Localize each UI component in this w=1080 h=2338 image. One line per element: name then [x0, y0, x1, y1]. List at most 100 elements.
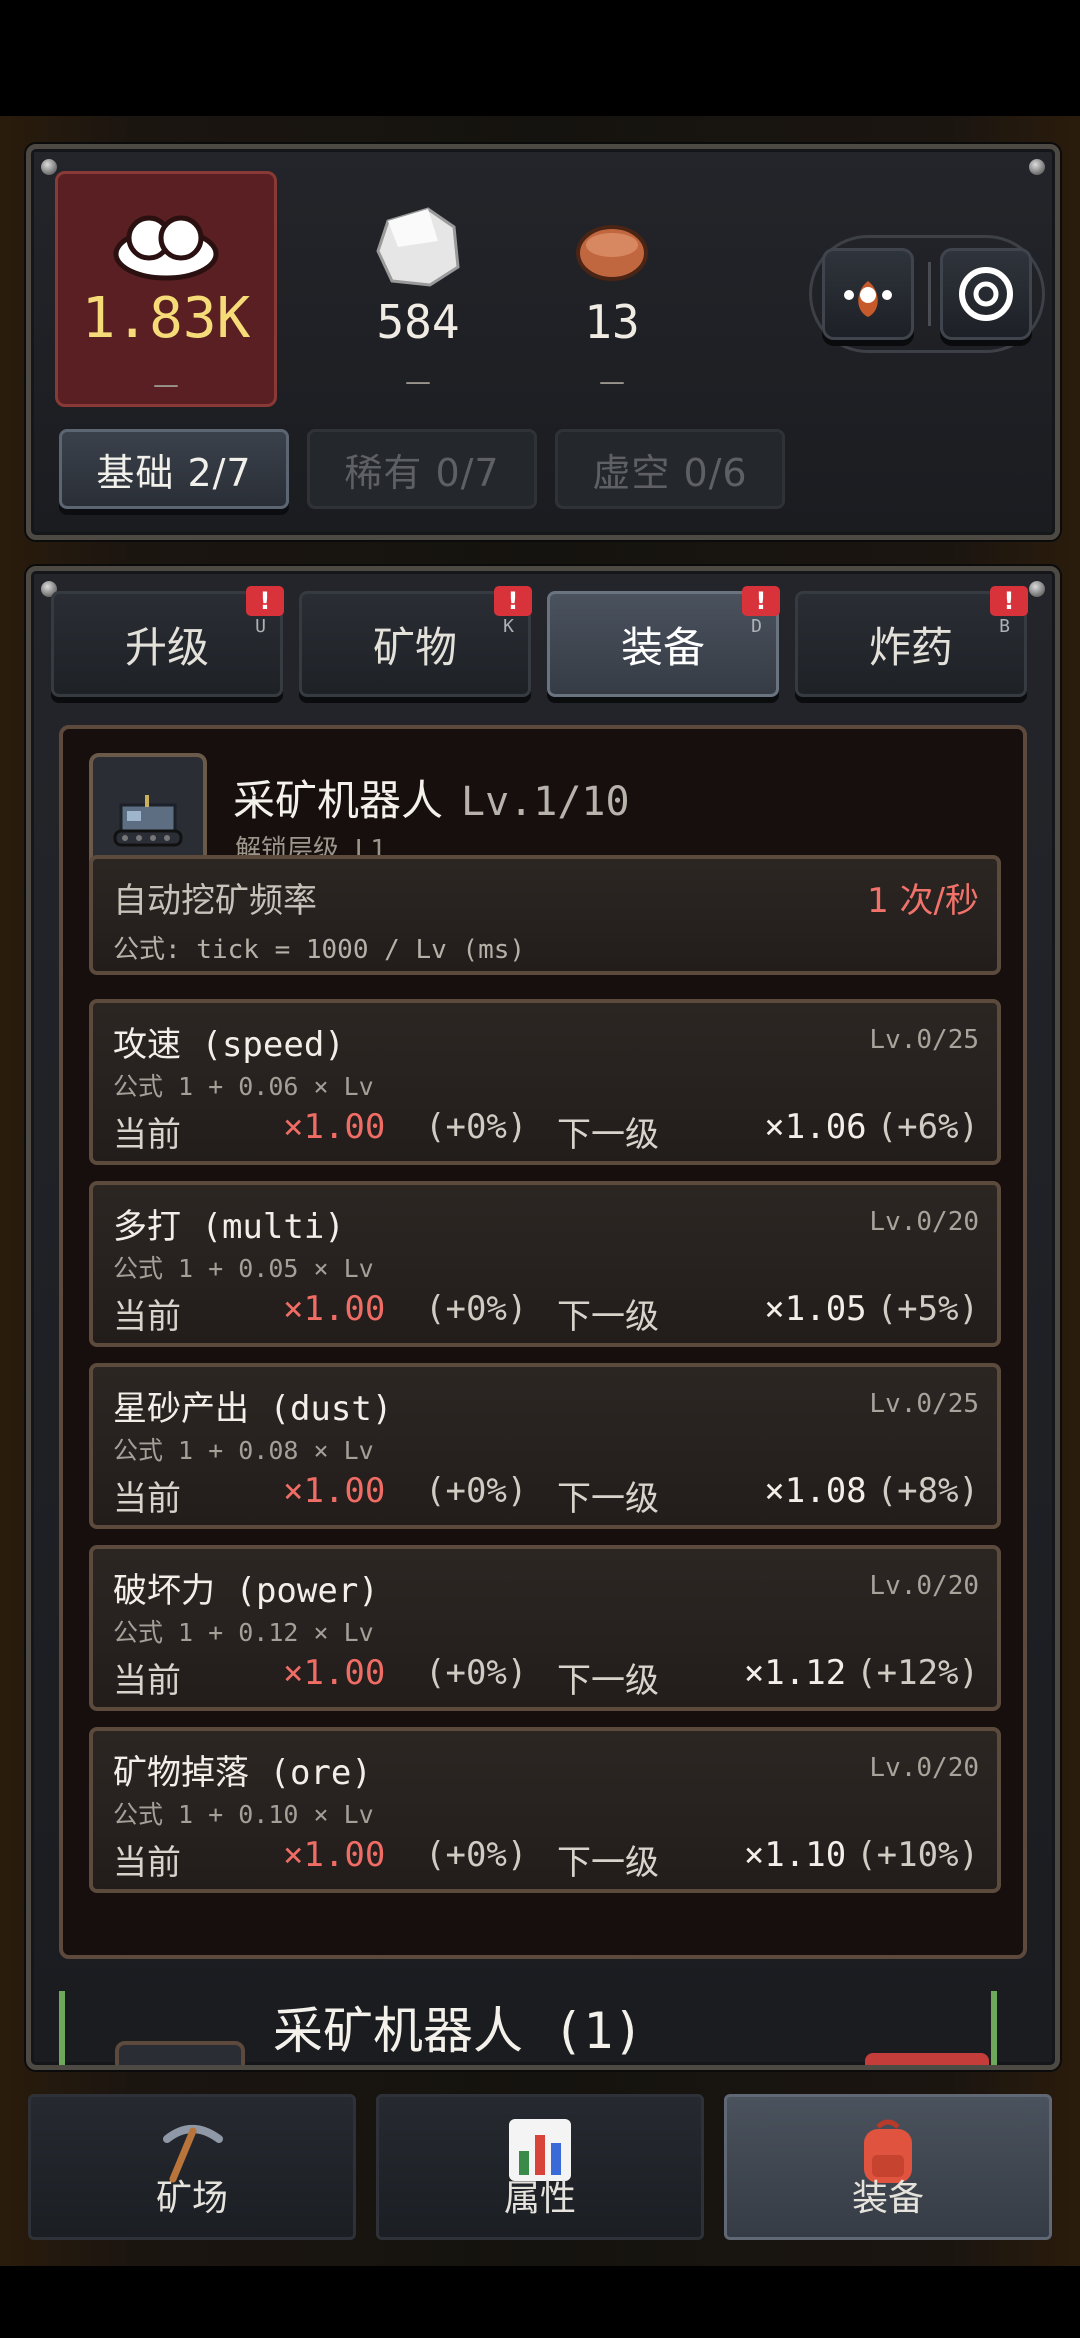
tab-explosives[interactable]: 炸药 B !: [795, 586, 1028, 697]
fire-node-icon: [844, 281, 892, 317]
next-value-group: ×1.12 (+12%): [744, 1653, 979, 1693]
current-label: 当前: [113, 1297, 181, 1337]
tab-minerals[interactable]: 矿物 K !: [299, 586, 532, 697]
auto-mining-label: 自动挖矿频率: [113, 881, 317, 921]
stat-values: 当前 ×1.00 (+0%) 下一级 ×1.12 (+12%): [113, 1653, 979, 1703]
stat-level: Lv.0/20: [869, 1207, 979, 1237]
rivet-icon: [41, 159, 57, 175]
resource-secondary[interactable]: 584 —: [307, 171, 529, 407]
fire-node-button[interactable]: [822, 248, 914, 340]
white-cloud-ore-icon: [113, 215, 219, 281]
next-label: 下一级: [557, 1843, 659, 1883]
rivet-icon: [1029, 159, 1045, 175]
nav-tab-equipment[interactable]: 装备: [724, 2094, 1052, 2240]
stat-formula: 公式 1 + 0.10 × Lv: [113, 1800, 374, 1829]
settings-gear-icon: [959, 267, 1013, 321]
stat-level: Lv.0/20: [869, 1753, 979, 1783]
tab-upgrade-hotkey: U: [255, 616, 266, 637]
current-value: ×1.00: [283, 1835, 386, 1875]
current-value: ×1.00: [283, 1653, 386, 1693]
next-value-group: ×1.10 (+10%): [744, 1835, 979, 1875]
mining-robot-thumbnail: [89, 753, 207, 871]
resource-tertiary-value: 13: [584, 295, 640, 349]
auto-mining-rate-box: 自动挖矿频率 1 次/秒 公式: tick = 1000 / Lv (ms): [89, 855, 1001, 975]
mining-robot-list-item[interactable]: 采矿机器人 (1) 履带式主控 · 自动挖矿 · +1: [59, 1991, 1027, 2065]
tab-equipment[interactable]: 装备 D !: [547, 586, 780, 697]
next-value-group: ×1.05 (+5%): [764, 1289, 979, 1329]
resource-primary[interactable]: 1.83K —: [55, 171, 277, 407]
list-item-title: 采矿机器人 (1): [273, 2002, 644, 2060]
equipment-title: 采矿机器人 Lv.1/10: [233, 767, 630, 828]
stat-card-multi[interactable]: 多打 (multi) Lv.0/20 公式 1 + 0.05 × Lv 当前 ×…: [89, 1181, 1001, 1347]
top-button-group: [809, 235, 1045, 353]
next-percent: (+10%): [856, 1835, 979, 1875]
current-percent: (+0%): [425, 1653, 528, 1693]
tab-minerals-label: 矿物: [372, 622, 457, 672]
next-percent: (+12%): [856, 1653, 979, 1693]
next-label: 下一级: [557, 1297, 659, 1337]
resource-tertiary-sub: —: [599, 367, 625, 397]
stat-name: 攻速 (speed): [113, 1025, 345, 1065]
system-bar: [0, 2266, 1080, 2338]
resource-secondary-value: 584: [376, 295, 460, 349]
next-label: 下一级: [557, 1661, 659, 1701]
next-value: ×1.10: [743, 1835, 847, 1875]
mining-robot-icon: [113, 795, 183, 847]
stat-name: 多打 (multi): [113, 1207, 345, 1247]
stat-level: Lv.0/25: [869, 1025, 979, 1055]
stat-name: 破坏力 (power): [113, 1571, 379, 1611]
current-value: ×1.00: [283, 1289, 386, 1329]
stat-card-speed[interactable]: 攻速 (speed) Lv.0/25 公式 1 + 0.06 × Lv 当前 ×…: [89, 999, 1001, 1165]
tier-tab-void[interactable]: 虚空 0/6: [555, 429, 785, 509]
buy-button[interactable]: [865, 2053, 989, 2065]
current-percent: (+0%): [425, 1289, 528, 1329]
current-value: ×1.00: [283, 1471, 386, 1511]
tab-equipment-label: 装备: [620, 622, 705, 672]
alert-badge: !: [990, 586, 1028, 616]
alert-badge: !: [494, 586, 532, 616]
current-percent: (+0%): [425, 1835, 528, 1875]
stat-level: Lv.0/25: [869, 1389, 979, 1419]
auto-mining-rate: 1 次/秒: [867, 881, 979, 921]
white-stone-icon: [376, 207, 460, 287]
current-label: 当前: [113, 1479, 181, 1519]
stat-formula: 公式 1 + 0.08 × Lv: [113, 1436, 374, 1465]
resource-primary-value: 1.83K: [81, 286, 251, 351]
next-value-group: ×1.08 (+8%): [764, 1471, 979, 1511]
next-value-group: ×1.06 (+6%): [764, 1107, 979, 1147]
alert-badge: !: [742, 586, 780, 616]
current-value: ×1.00: [283, 1107, 386, 1147]
next-value: ×1.12: [743, 1653, 847, 1693]
stat-values: 当前 ×1.00 (+0%) 下一级 ×1.10 (+10%): [113, 1835, 979, 1885]
resource-primary-sub: —: [153, 370, 179, 400]
nav-tab-stats[interactable]: 属性: [376, 2094, 704, 2240]
tab-equipment-hotkey: D: [751, 616, 762, 637]
stat-card-ore[interactable]: 矿物掉落 (ore) Lv.0/20 公式 1 + 0.10 × Lv 当前 ×…: [89, 1727, 1001, 1893]
nav-tab-mine[interactable]: 矿场: [28, 2094, 356, 2240]
resource-secondary-sub: —: [405, 367, 431, 397]
settings-button[interactable]: [940, 248, 1032, 340]
stat-values: 当前 ×1.00 (+0%) 下一级 ×1.05 (+5%): [113, 1289, 979, 1339]
next-value: ×1.06: [764, 1107, 867, 1147]
current-percent: (+0%): [425, 1471, 528, 1511]
list-item-edge: [59, 1991, 65, 2065]
tab-explosives-hotkey: B: [999, 616, 1010, 637]
nav-tab-equipment-label: 装备: [851, 2178, 924, 2219]
stat-formula: 公式 1 + 0.06 × Lv: [113, 1072, 374, 1101]
stat-level: Lv.0/20: [869, 1571, 979, 1601]
button-divider: [928, 262, 931, 326]
tab-upgrade[interactable]: 升级 U !: [51, 586, 284, 697]
stat-card-power[interactable]: 破坏力 (power) Lv.0/20 公式 1 + 0.12 × Lv 当前 …: [89, 1545, 1001, 1711]
current-label: 当前: [113, 1843, 181, 1883]
resource-tertiary[interactable]: 13 —: [501, 171, 723, 407]
copper-ore-icon: [576, 225, 648, 281]
tier-tab-basic[interactable]: 基础 2/7: [59, 429, 289, 509]
mining-robot-thumbnail: [115, 2041, 245, 2065]
equipment-card: 采矿机器人 Lv.1/10 解锁层级 L1 自动挖矿频率 1 次/秒 公式: ti…: [59, 725, 1027, 1959]
equipment-name: 采矿机器人: [233, 776, 444, 825]
next-value: ×1.08: [764, 1471, 867, 1511]
current-percent: (+0%): [425, 1107, 528, 1147]
stat-card-dust[interactable]: 星砂产出 (dust) Lv.0/25 公式 1 + 0.08 × Lv 当前 …: [89, 1363, 1001, 1529]
resource-panel: 1.83K — 584 — 13 — 基础 2/7 稀有 0/7 虚空 0/6: [26, 144, 1060, 540]
tier-tab-rare[interactable]: 稀有 0/7: [307, 429, 537, 509]
